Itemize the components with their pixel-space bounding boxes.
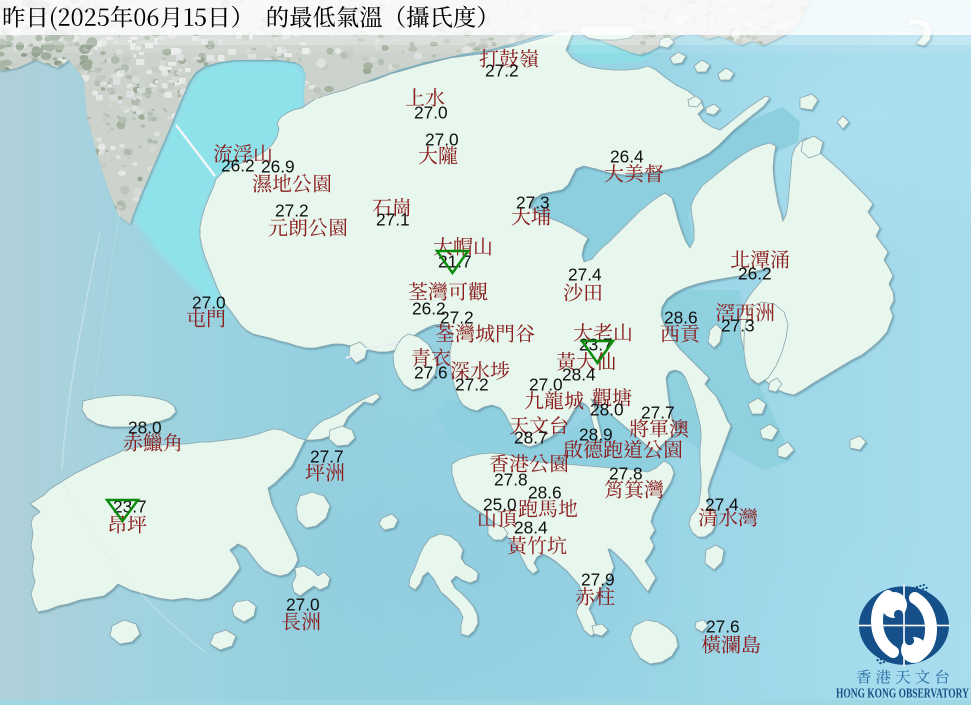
svg-text:27.7: 27.7 — [310, 447, 344, 467]
svg-text:26.9: 26.9 — [261, 157, 295, 177]
svg-text:HONG KONG OBSERVATORY: HONG KONG OBSERVATORY — [836, 687, 969, 701]
svg-text:27.1: 27.1 — [376, 210, 410, 230]
svg-text:26.2: 26.2 — [738, 264, 772, 284]
svg-text:27.0: 27.0 — [192, 293, 226, 313]
svg-text:28.0: 28.0 — [128, 418, 162, 438]
svg-text:27.6: 27.6 — [706, 617, 740, 637]
svg-text:28.7: 28.7 — [514, 428, 548, 448]
svg-text:27.8: 27.8 — [494, 470, 528, 490]
svg-text:27.9: 27.9 — [581, 570, 615, 590]
svg-text:27.0: 27.0 — [414, 103, 448, 123]
svg-text:27.4: 27.4 — [568, 265, 602, 285]
svg-text:27.2: 27.2 — [455, 375, 489, 395]
svg-text:27.8: 27.8 — [609, 464, 643, 484]
svg-text:27.4: 27.4 — [705, 495, 739, 515]
svg-text:27.2: 27.2 — [275, 201, 309, 221]
svg-text:25.0: 25.0 — [483, 495, 517, 515]
svg-text:28.6: 28.6 — [528, 483, 562, 503]
svg-text:26.2: 26.2 — [221, 156, 255, 176]
svg-text:27.2: 27.2 — [440, 308, 474, 328]
svg-text:27.0: 27.0 — [529, 375, 563, 395]
svg-text:28.4: 28.4 — [562, 365, 596, 385]
svg-text:27.0: 27.0 — [286, 595, 320, 615]
svg-text:27.2: 27.2 — [485, 61, 519, 81]
svg-text:27.3: 27.3 — [721, 316, 755, 336]
svg-text:27.6: 27.6 — [414, 363, 448, 383]
svg-text:28.0: 28.0 — [590, 400, 624, 420]
svg-text:28.4: 28.4 — [514, 518, 548, 538]
svg-text:27.3: 27.3 — [516, 193, 550, 213]
svg-text:27.7: 27.7 — [641, 403, 675, 423]
svg-text:27.0: 27.0 — [425, 130, 459, 150]
svg-text:26.4: 26.4 — [610, 147, 644, 167]
svg-text:28.6: 28.6 — [664, 308, 698, 328]
svg-text:28.9: 28.9 — [579, 425, 613, 445]
